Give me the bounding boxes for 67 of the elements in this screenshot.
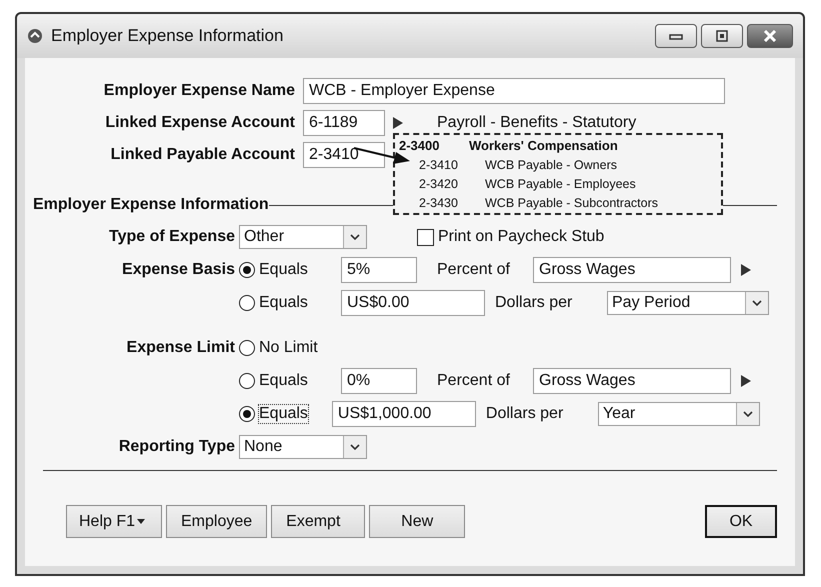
ok-button[interactable]: OK bbox=[705, 505, 777, 538]
section-title: Employer Expense Information bbox=[33, 196, 269, 214]
checkbox-label: Print on Paycheck Stub bbox=[438, 228, 604, 246]
radio-label: Equals bbox=[259, 372, 309, 390]
chevron-icon bbox=[350, 234, 360, 240]
account-code[interactable]: 2-3420 bbox=[419, 176, 485, 190]
close-button[interactable] bbox=[747, 24, 793, 48]
action-button[interactable]: Employee bbox=[166, 505, 268, 538]
minimize-icon bbox=[669, 32, 683, 40]
radio-label: Equals bbox=[259, 261, 309, 279]
wage-field[interactable]: Gross Wages bbox=[533, 368, 731, 394]
unit-label: Percent of bbox=[437, 261, 511, 279]
action-button[interactable]: Exempt bbox=[271, 505, 366, 538]
field-label: Reporting Type bbox=[118, 438, 235, 456]
radio-button[interactable] bbox=[239, 340, 255, 356]
account-name[interactable]: WCB Payable - Employees bbox=[485, 176, 636, 190]
account-code[interactable]: 2-3430 bbox=[419, 196, 485, 210]
action-button[interactable]: New bbox=[369, 505, 466, 538]
field-label: Expense Basis bbox=[121, 261, 235, 279]
link-arrow-icon[interactable] bbox=[741, 375, 751, 387]
caret-icon bbox=[137, 519, 146, 524]
text-field[interactable]: 6-1189 bbox=[303, 110, 385, 136]
period-dropdown[interactable]: Year bbox=[598, 402, 760, 426]
text-field[interactable]: WCB - Employer Expense bbox=[303, 78, 725, 104]
account-code[interactable]: 2-3410 bbox=[419, 158, 485, 172]
app-icon bbox=[27, 28, 43, 44]
type-dropdown[interactable]: Other bbox=[239, 225, 367, 249]
text-field[interactable]: US$1,000.00 bbox=[332, 401, 476, 427]
field-label: Linked Payable Account bbox=[110, 146, 295, 164]
unit-label: Dollars per bbox=[495, 294, 574, 312]
field-label: Linked Expense Account bbox=[104, 114, 295, 132]
link-arrow-icon[interactable] bbox=[393, 117, 403, 129]
radio-label: Equals bbox=[259, 405, 308, 423]
chevron-icon bbox=[752, 300, 762, 306]
field-label: Employer Expense Name bbox=[102, 82, 295, 100]
field-label: Type of Expense bbox=[108, 228, 235, 246]
text-field[interactable]: 2-3410 bbox=[303, 142, 385, 168]
chevron-icon bbox=[350, 444, 360, 450]
chevron-icon bbox=[742, 410, 753, 418]
account-name[interactable]: WCB Payable - Subcontractors bbox=[485, 196, 658, 210]
period-dropdown[interactable]: Pay Period bbox=[607, 291, 769, 315]
checkbox[interactable] bbox=[417, 228, 434, 246]
text-field[interactable]: 5% bbox=[341, 257, 417, 283]
radio-button[interactable] bbox=[239, 373, 255, 389]
window-title: Employer Expense Information bbox=[51, 26, 284, 46]
radio-button[interactable] bbox=[239, 295, 255, 311]
radio-label: Equals bbox=[259, 294, 309, 312]
close-icon bbox=[762, 30, 778, 42]
link-arrow-icon[interactable] bbox=[741, 264, 751, 276]
account-name: Payroll - Benefits - Statutory bbox=[437, 114, 636, 132]
help-button[interactable]: Help F1 bbox=[66, 505, 162, 538]
text-field[interactable]: US$0.00 bbox=[341, 290, 485, 316]
account-code: 2-3400 bbox=[399, 138, 440, 153]
text-field[interactable]: 0% bbox=[341, 368, 417, 394]
radio-button[interactable] bbox=[239, 406, 255, 422]
maximize-icon bbox=[715, 30, 729, 42]
unit-label: Dollars per bbox=[486, 405, 564, 423]
account-name[interactable]: WCB Payable - Owners bbox=[485, 158, 617, 172]
unit-label: Percent of bbox=[437, 372, 511, 390]
reporting-dropdown[interactable]: None bbox=[239, 435, 367, 459]
minimize-button[interactable] bbox=[655, 24, 697, 48]
maximize-button[interactable] bbox=[701, 24, 743, 48]
radio-button[interactable] bbox=[239, 262, 255, 278]
field-label: Expense Limit bbox=[126, 339, 235, 357]
wage-field[interactable]: Gross Wages bbox=[533, 257, 731, 283]
radio-label: No Limit bbox=[259, 339, 319, 357]
account-name: Workers' Compensation bbox=[469, 138, 618, 153]
